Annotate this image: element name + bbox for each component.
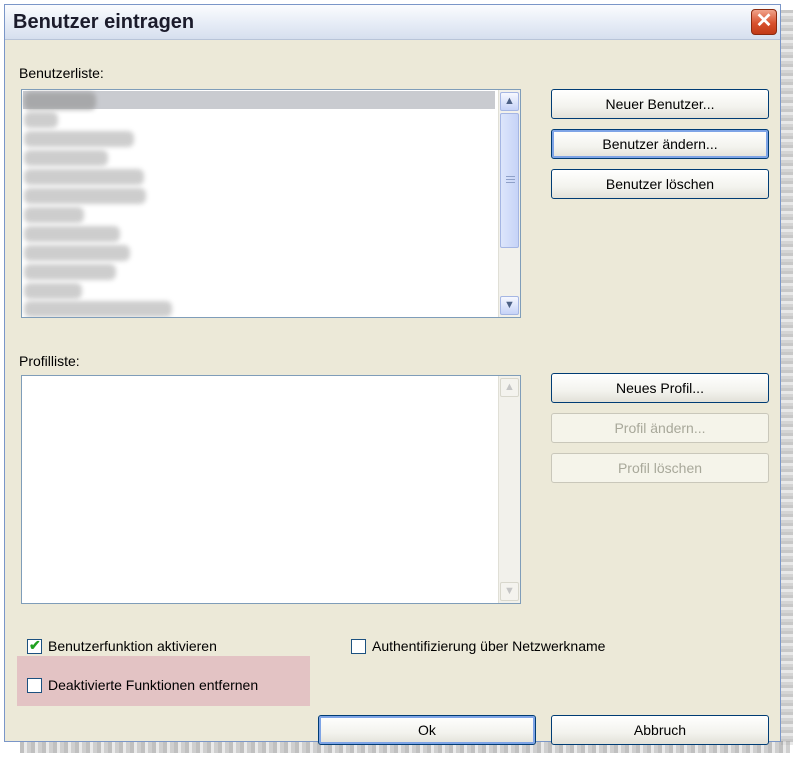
dialog-title: Benutzer eintragen — [13, 11, 195, 33]
list-item[interactable] — [24, 169, 144, 185]
close-icon: ✕ — [755, 10, 773, 32]
list-item[interactable] — [24, 131, 134, 147]
profile-list-scrollbar[interactable]: ▲ ▼ — [498, 376, 520, 603]
list-item[interactable] — [24, 301, 172, 317]
scroll-down-button: ▼ — [500, 582, 519, 601]
chevron-down-icon: ▼ — [504, 299, 515, 311]
user-list-scrollbar[interactable]: ▲ ▼ — [498, 90, 520, 317]
list-item[interactable] — [24, 264, 116, 280]
profile-list-label: Profilliste: — [19, 353, 80, 369]
network-auth-checkbox[interactable] — [351, 639, 366, 654]
remove-disabled-label[interactable]: Deaktivierte Funktionen entfernen — [48, 677, 258, 693]
profile-listbox[interactable]: ▲ ▼ — [21, 375, 521, 604]
chevron-up-icon: ▲ — [504, 381, 515, 393]
user-listbox[interactable]: ▲ ▼ — [21, 89, 521, 318]
list-item[interactable] — [24, 92, 96, 110]
list-item[interactable] — [24, 112, 58, 128]
user-list-label: Benutzerliste: — [19, 65, 104, 81]
dialog-shadow-right — [781, 10, 793, 745]
new-profile-button[interactable]: Neues Profil... — [551, 373, 769, 403]
remove-disabled-checkbox[interactable] — [27, 678, 42, 693]
delete-user-button[interactable]: Benutzer löschen — [551, 169, 769, 199]
scroll-down-button[interactable]: ▼ — [500, 296, 519, 315]
scroll-up-button: ▲ — [500, 378, 519, 397]
cancel-button[interactable]: Abbruch — [551, 715, 769, 745]
scroll-up-button[interactable]: ▲ — [500, 92, 519, 111]
list-item[interactable] — [24, 283, 82, 299]
enable-user-function-label[interactable]: Benutzerfunktion aktivieren — [48, 638, 217, 654]
list-item[interactable] — [24, 207, 84, 223]
title-bar[interactable]: Benutzer eintragen ✕ — [5, 5, 780, 40]
benutzer-dialog: Benutzer eintragen ✕ Benutzerliste: ▲ ▼ … — [4, 4, 781, 745]
chevron-up-icon: ▲ — [504, 95, 515, 107]
list-item[interactable] — [24, 188, 146, 204]
check-icon: ✔ — [29, 637, 41, 653]
edit-user-button[interactable]: Benutzer ändern... — [551, 129, 769, 159]
grip-line — [506, 176, 515, 177]
edit-profile-button: Profil ändern... — [551, 413, 769, 443]
new-user-button[interactable]: Neuer Benutzer... — [551, 89, 769, 119]
list-item[interactable] — [24, 226, 120, 242]
list-item[interactable] — [24, 150, 108, 166]
grip-line — [506, 179, 515, 180]
network-auth-label[interactable]: Authentifizierung über Netzwerkname — [372, 638, 605, 654]
enable-user-function-checkbox[interactable]: ✔ — [27, 637, 42, 654]
scroll-thumb[interactable] — [500, 113, 519, 248]
grip-line — [506, 182, 515, 183]
close-button[interactable]: ✕ — [751, 9, 777, 35]
delete-profile-button: Profil löschen — [551, 453, 769, 483]
ok-button[interactable]: Ok — [318, 715, 536, 745]
list-item[interactable] — [24, 245, 130, 261]
chevron-down-icon: ▼ — [504, 585, 515, 597]
